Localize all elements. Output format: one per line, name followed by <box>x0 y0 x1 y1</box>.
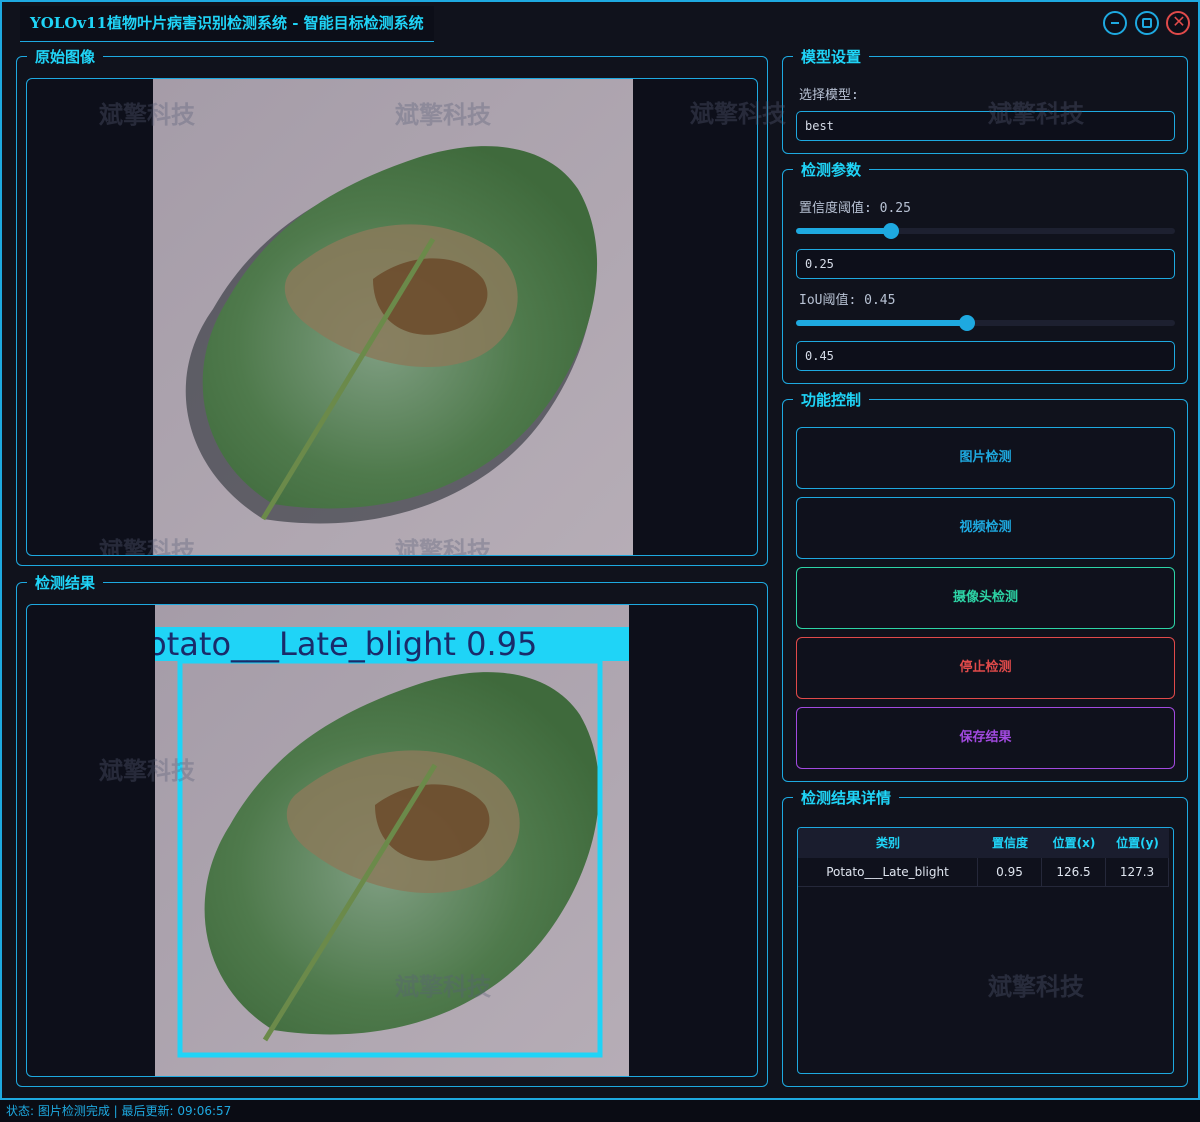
cell-confidence: 0.95 <box>978 858 1042 887</box>
confidence-slider[interactable] <box>796 223 1175 239</box>
original-image-frame: 斌擎科技 斌擎科技 斌擎科技 斌擎科技 <box>26 78 758 556</box>
detection-details-title: 检测结果详情 <box>793 788 900 808</box>
main-window: YOLOv11植物叶片病害识别检测系统 - 智能目标检测系统 ✕ 原始图像 斌擎… <box>0 0 1200 1100</box>
confidence-input[interactable]: 0.25 <box>796 249 1175 279</box>
iou-slider[interactable] <box>796 315 1175 331</box>
iou-label: IoU阈值: 0.45 <box>799 293 896 308</box>
camera-detect-button[interactable]: 摄像头检测 <box>796 567 1175 629</box>
maximize-button[interactable] <box>1135 11 1159 35</box>
close-icon: ✕ <box>1172 12 1186 31</box>
detection-params-title: 检测参数 <box>793 160 870 180</box>
table-header: 类别 置信度 位置(x) 位置(y) <box>798 828 1169 858</box>
table-row[interactable]: Potato___Late_blight 0.95 126.5 127.3 <box>798 858 1169 887</box>
function-controls-title: 功能控制 <box>793 390 870 410</box>
confidence-slider-handle[interactable] <box>882 223 899 239</box>
iou-slider-fill <box>796 320 967 326</box>
image-detect-button[interactable]: 图片检测 <box>796 427 1175 489</box>
cell-pos-x: 126.5 <box>1042 858 1106 887</box>
model-settings-title: 模型设置 <box>793 47 870 67</box>
confidence-label: 置信度阈值: 0.25 <box>799 201 911 216</box>
detection-result-frame: Potato___Late_blight 0.95 斌擎科技 斌擎科技 <box>26 604 758 1077</box>
cell-pos-y: 127.3 <box>1106 858 1169 887</box>
save-result-button[interactable]: 保存结果 <box>796 707 1175 769</box>
iou-slider-handle[interactable] <box>958 315 975 331</box>
video-detect-button[interactable]: 视频检测 <box>796 497 1175 559</box>
detection-label: Potato___Late_blight 0.95 <box>155 625 538 663</box>
title-bar[interactable]: YOLOv11植物叶片病害识别检测系统 - 智能目标检测系统 ✕ <box>2 2 1198 42</box>
iou-input[interactable]: 0.45 <box>796 341 1175 371</box>
maximize-icon <box>1142 18 1152 28</box>
detection-details-table: 类别 置信度 位置(x) 位置(y) Potato___Late_blight … <box>797 827 1174 1074</box>
column-header-pos-y[interactable]: 位置(y) <box>1106 828 1169 858</box>
original-image-title: 原始图像 <box>27 47 104 67</box>
column-header-confidence[interactable]: 置信度 <box>978 828 1042 858</box>
detection-label-clip: Potato___Late_blight 0.95 <box>155 625 629 663</box>
original-leaf-image <box>153 79 633 555</box>
minimize-button[interactable] <box>1103 11 1127 35</box>
close-button[interactable]: ✕ <box>1166 11 1190 35</box>
status-bar: 状态: 图片检测完成 | 最后更新: 09:06:57 <box>0 1100 1200 1122</box>
stop-detect-button[interactable]: 停止检测 <box>796 637 1175 699</box>
cell-class: Potato___Late_blight <box>798 858 978 887</box>
confidence-slider-fill <box>796 228 891 234</box>
column-header-pos-x[interactable]: 位置(x) <box>1042 828 1106 858</box>
select-model-label: 选择模型: <box>799 88 859 103</box>
detection-result-title: 检测结果 <box>27 573 104 593</box>
column-header-class[interactable]: 类别 <box>798 828 978 858</box>
minimize-icon <box>1111 22 1119 24</box>
result-leaf-image <box>155 605 629 1076</box>
model-select[interactable]: best <box>796 111 1175 141</box>
window-title: YOLOv11植物叶片病害识别检测系统 - 智能目标检测系统 <box>20 6 434 42</box>
